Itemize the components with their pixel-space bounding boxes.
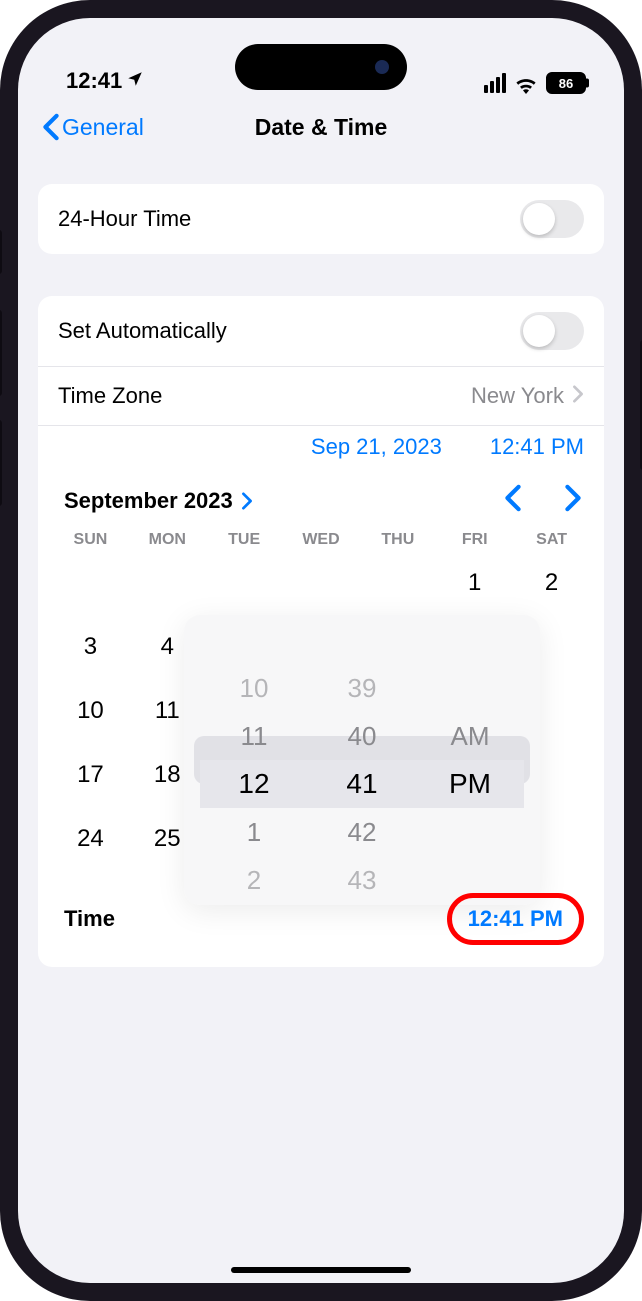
dow-label: FRI: [436, 531, 513, 549]
toggle-24-hour[interactable]: [520, 200, 584, 238]
picker-value: 39: [308, 664, 416, 712]
page-title: Date & Time: [255, 114, 388, 141]
calendar-day[interactable]: 24: [52, 807, 129, 871]
chevron-right-icon: [572, 383, 584, 409]
row-set-automatically: Set Automatically: [38, 296, 604, 366]
status-time: 12:41: [66, 68, 122, 94]
picker-value: 12: [200, 760, 308, 808]
picker-column-minute[interactable]: 3940414243: [308, 615, 416, 905]
picker-value: 40: [308, 712, 416, 760]
picker-column-ampm[interactable]: AMPM: [416, 615, 524, 905]
month-picker[interactable]: September 2023: [64, 488, 253, 514]
picker-value: 11: [200, 712, 308, 760]
prev-month-button[interactable]: [504, 484, 522, 517]
wifi-icon: [514, 74, 538, 92]
cellular-icon: [484, 73, 506, 93]
home-indicator[interactable]: [231, 1267, 411, 1273]
picker-value: [416, 664, 524, 712]
time-link[interactable]: 12:41 PM: [490, 434, 584, 460]
picker-value: [308, 616, 416, 664]
row-24-hour-label: 24-Hour Time: [58, 206, 191, 232]
dow-label: SAT: [513, 531, 590, 549]
calendar-day[interactable]: 10: [52, 679, 129, 743]
calendar-day-empty: [52, 551, 129, 615]
time-picker-wheel[interactable]: 10111212 3940414243 AMPM: [184, 615, 540, 905]
picker-value: AM: [416, 712, 524, 760]
calendar-day[interactable]: 3: [52, 615, 129, 679]
picker-value: PM: [416, 760, 524, 808]
date-link[interactable]: Sep 21, 2023: [311, 434, 442, 460]
row-time-zone-label: Time Zone: [58, 383, 162, 409]
picker-value: 2: [200, 856, 308, 904]
picker-value: 10: [200, 664, 308, 712]
calendar-day-empty: [283, 551, 360, 615]
next-month-button[interactable]: [564, 484, 582, 517]
calendar-dow: SUNMONTUEWEDTHUFRISAT: [38, 527, 604, 551]
calendar-grid: 1234101117182425 10111212 3940414243 AMP…: [38, 551, 604, 877]
picker-value: [416, 808, 524, 856]
dow-label: WED: [283, 531, 360, 549]
navigation-bar: General Date & Time: [18, 98, 624, 156]
picker-value: [200, 616, 308, 664]
location-icon: [126, 70, 144, 93]
calendar-day[interactable]: 2: [513, 551, 590, 615]
picker-value: [416, 616, 524, 664]
calendar-day-empty: [129, 551, 206, 615]
row-24-hour: 24-Hour Time: [38, 184, 604, 254]
picker-value: 1: [200, 808, 308, 856]
calendar-day-empty: [359, 551, 436, 615]
dow-label: THU: [359, 531, 436, 549]
picker-value: 41: [308, 760, 416, 808]
calendar-day-empty: [206, 551, 283, 615]
picker-column-hour[interactable]: 10111212: [200, 615, 308, 905]
back-label: General: [62, 114, 144, 141]
dow-label: SUN: [52, 531, 129, 549]
dow-label: MON: [129, 531, 206, 549]
picker-value: [416, 856, 524, 904]
time-row-label: Time: [64, 906, 115, 932]
month-label: September 2023: [64, 488, 233, 514]
picker-value: 43: [308, 856, 416, 904]
dynamic-island: [235, 44, 407, 90]
row-set-auto-label: Set Automatically: [58, 318, 227, 344]
picker-value: 42: [308, 808, 416, 856]
back-button[interactable]: General: [42, 113, 144, 141]
calendar-day[interactable]: 1: [436, 551, 513, 615]
calendar-day[interactable]: 17: [52, 743, 129, 807]
battery-icon: 86: [546, 72, 586, 94]
time-zone-value: New York: [471, 383, 564, 409]
row-time-zone[interactable]: Time Zone New York: [38, 366, 604, 425]
toggle-set-automatically[interactable]: [520, 312, 584, 350]
dow-label: TUE: [206, 531, 283, 549]
